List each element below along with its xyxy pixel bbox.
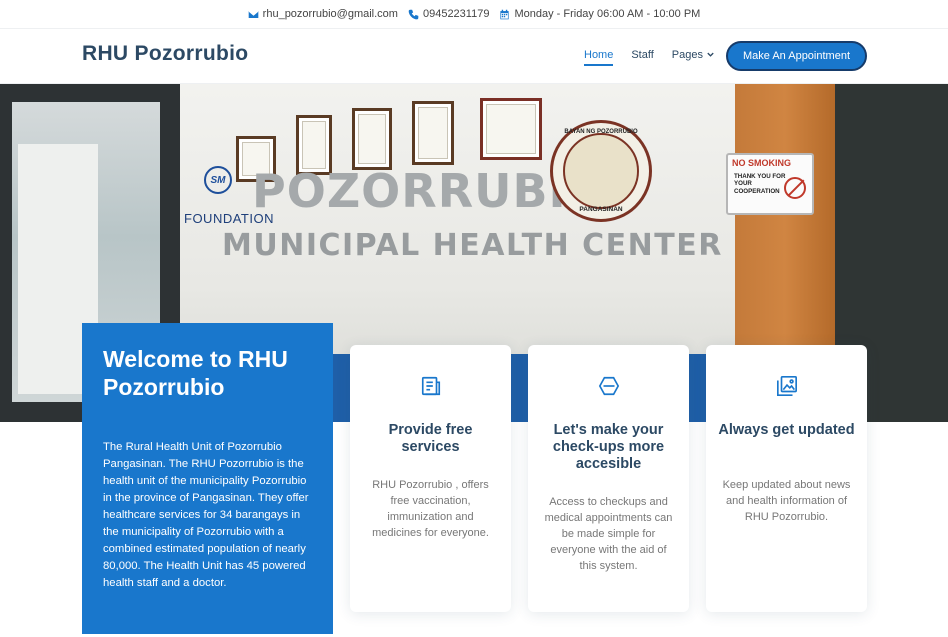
certificate-frame (480, 98, 542, 160)
no-smoking-sign: NO SMOKING THANK YOU FOR YOUR COOPERATIO… (726, 153, 814, 215)
welcome-box: Welcome to RHU Pozorrubio The Rural Heal… (82, 323, 333, 634)
nav-pages[interactable]: Pages (672, 49, 716, 61)
no-smoking-icon (784, 177, 806, 199)
card-title: Always get updated (718, 422, 855, 438)
contact-email[interactable]: rhu_pozorrubio@gmail.com (248, 8, 398, 20)
images-icon (706, 375, 867, 399)
calendar-icon (500, 9, 510, 19)
service-card-free-services: Provide free services RHU Pozorrubio , o… (350, 345, 511, 612)
seal-top-text: BAYAN NG POZORRUBIO (564, 129, 638, 135)
service-card-updates: Always get updated Keep updated about ne… (706, 345, 867, 612)
contact-phone[interactable]: 09452231179 (408, 8, 489, 20)
nav-staff[interactable]: Staff (631, 49, 653, 61)
welcome-title: Welcome to RHU Pozorrubio (103, 346, 288, 400)
contact-email-text: rhu_pozorrubio@gmail.com (262, 8, 398, 20)
welcome-text: The Rural Health Unit of Pozorrubio Pang… (103, 441, 309, 589)
sm-logo: SM (204, 166, 232, 194)
service-card-check-ups: Let's make your check-ups more accesible… (528, 345, 689, 612)
nav-home[interactable]: Home (584, 49, 614, 66)
no-smoking-title: NO SMOKING (732, 158, 792, 168)
main-nav: Home Staff Pages (584, 49, 716, 66)
card-text: RHU Pozorrubio , offers free vaccination… (372, 479, 489, 539)
site-header: RHU Pozorrubio Home Staff Pages Make An … (0, 28, 948, 84)
card-title: Let's make your check-ups more accesible (552, 422, 665, 472)
make-appointment-button[interactable]: Make An Appointment (726, 41, 867, 71)
contact-hours-text: Monday - Friday 06:00 AM - 10:00 PM (514, 8, 701, 20)
certificate-frame (352, 108, 392, 170)
seal-bottom-text: PANGASINAN (579, 206, 623, 213)
contact-phone-text: 09452231179 (422, 8, 490, 20)
contact-bar: rhu_pozorrubio@gmail.com 09452231179 Mon… (0, 0, 948, 28)
certificate-frame (412, 101, 454, 165)
phone-icon (408, 9, 419, 19)
sign-health-center: MUNICIPAL HEALTH CENTER (222, 228, 723, 263)
no-smoking-body: THANK YOU FOR YOUR COOPERATION (734, 173, 786, 195)
site-logo[interactable]: RHU Pozorrubio (82, 42, 248, 66)
nav-pages-label: Pages (671, 49, 703, 61)
document-list-icon (350, 375, 511, 399)
hexagon-cube-icon (528, 375, 689, 399)
municipal-seal: BAYAN NG POZORRUBIO PANGASINAN (550, 120, 652, 222)
contact-hours: Monday - Friday 06:00 AM - 10:00 PM (499, 8, 700, 20)
card-title: Provide free services (388, 422, 473, 455)
chevron-down-icon (706, 50, 716, 60)
envelope-icon (248, 10, 258, 18)
card-text: Access to checkups and medical appointme… (544, 496, 673, 572)
card-text: Keep updated about news and health infor… (722, 479, 851, 523)
